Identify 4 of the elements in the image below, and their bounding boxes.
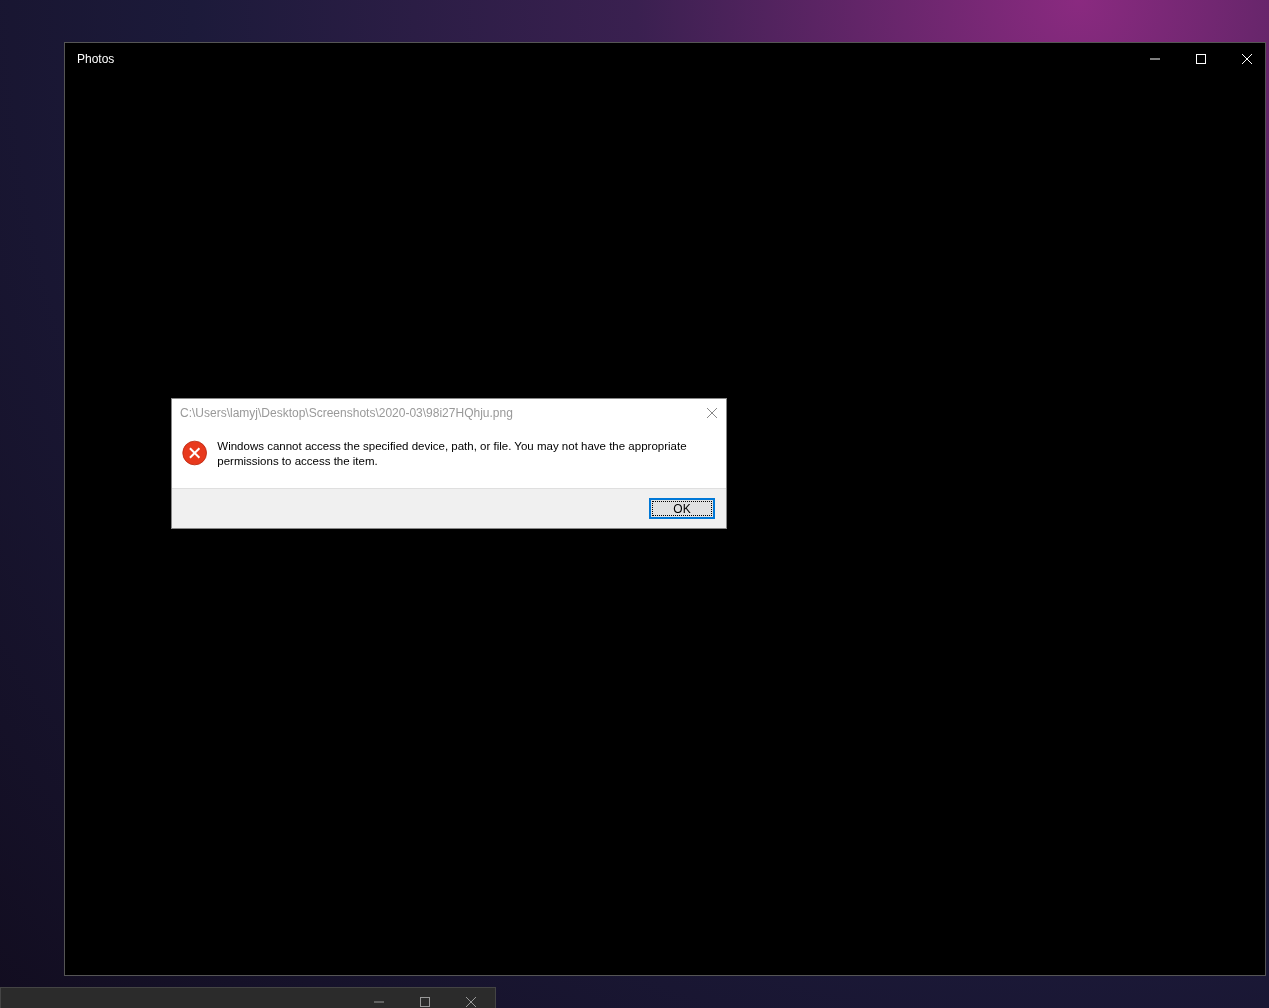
window-title: Photos — [77, 51, 115, 68]
error-message: Windows cannot access the specified device, path, or file. You may not have the appropriate permissions to access the item. — [217, 439, 688, 469]
ok-button[interactable]: OK — [649, 498, 715, 519]
dialog-title: C:\Users\lamyj\Desktop\Screenshots\2020-03\98i27HQhju.png — [180, 405, 513, 422]
